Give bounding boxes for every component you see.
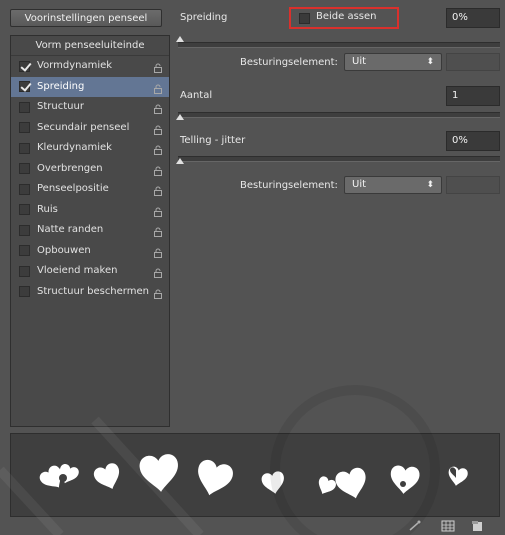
setting-label: Opbouwen: [37, 244, 91, 256]
setting-label: Structuur beschermen: [37, 285, 149, 297]
brush-setting-item[interactable]: Vormdynamiek: [11, 56, 169, 77]
lock-icon[interactable]: [153, 82, 163, 94]
setting-checkbox[interactable]: [19, 204, 30, 215]
brush-setting-item[interactable]: Structuur: [11, 97, 169, 118]
brush-setting-item[interactable]: Secundair penseel: [11, 118, 169, 139]
setting-label: Secundair penseel: [37, 121, 130, 133]
count-jitter-value-field[interactable]: 0%: [446, 131, 500, 151]
dropdown-arrows-icon: ⬍: [426, 180, 434, 190]
setting-checkbox[interactable]: [19, 142, 30, 154]
brush-setting-item[interactable]: Spreiding: [11, 76, 169, 97]
scatter-slider-thumb[interactable]: [176, 36, 184, 42]
setting-checkbox[interactable]: [19, 101, 30, 113]
brush-setting-item[interactable]: Penseelpositie: [11, 179, 169, 200]
control-2-dropdown[interactable]: Uit ⬍: [344, 176, 442, 194]
setting-label: Natte randen: [37, 224, 104, 235]
lock-icon[interactable]: [153, 266, 163, 278]
count-jitter-label: Telling - jitter: [180, 135, 246, 146]
setting-label: Structuur: [37, 101, 84, 112]
brush-setting-item[interactable]: Ruis: [11, 200, 169, 221]
brush-setting-item[interactable]: Opbouwen: [11, 241, 169, 262]
lock-icon[interactable]: [153, 61, 163, 73]
setting-label: Vloeiend maken: [37, 265, 118, 276]
brush-tip-shape-item[interactable]: Vorm penseeluiteinde: [11, 36, 169, 56]
setting-label: Overbrengen: [37, 162, 103, 174]
count-jitter-slider-thumb[interactable]: [176, 158, 184, 164]
count-slider-track[interactable]: [178, 112, 500, 118]
lock-icon[interactable]: [153, 164, 163, 176]
brush-setting-item[interactable]: Structuur beschermen: [11, 282, 169, 303]
grid-icon[interactable]: [441, 520, 455, 532]
setting-checkbox[interactable]: [19, 265, 30, 277]
scatter-label: Spreiding: [180, 12, 228, 23]
brush-setting-item[interactable]: Natte randen: [11, 220, 169, 241]
scatter-value-field[interactable]: 0%: [446, 8, 500, 28]
setting-label: Penseelpositie: [37, 183, 109, 194]
control-1-value: Uit: [352, 56, 367, 67]
both-axes-label[interactable]: Beide assen: [316, 11, 377, 22]
lock-icon[interactable]: [153, 287, 163, 299]
panel-bottom-bar: [0, 518, 505, 535]
brush-settings-list: Vorm penseeluiteinde Vormdynamiek Spreidi…: [10, 35, 170, 427]
setting-label: Vormdynamiek: [37, 60, 113, 71]
scatter-slider-track[interactable]: [178, 42, 500, 48]
control-1-extra-field: [446, 53, 500, 71]
count-label: Aantal: [180, 90, 213, 101]
setting-label: Ruis: [37, 203, 58, 215]
control-2-label: Besturingselement:: [240, 180, 338, 191]
brush-stroke-preview: [10, 433, 500, 517]
both-axes-highlight: Beide assen: [289, 7, 399, 29]
setting-checkbox[interactable]: [19, 224, 30, 236]
lock-icon[interactable]: [153, 102, 163, 114]
dropdown-arrows-icon: ⬍: [426, 57, 434, 67]
lock-icon[interactable]: [153, 225, 163, 237]
setting-checkbox[interactable]: [19, 81, 30, 92]
setting-checkbox[interactable]: [19, 286, 30, 297]
setting-checkbox[interactable]: [19, 60, 30, 72]
lock-icon[interactable]: [153, 246, 163, 258]
setting-checkbox[interactable]: [19, 163, 30, 174]
both-axes-checkbox[interactable]: [299, 13, 310, 24]
count-jitter-slider-track[interactable]: [178, 156, 500, 162]
control-1-label: Besturingselement:: [240, 57, 338, 68]
lock-icon[interactable]: [153, 205, 163, 217]
setting-label: Spreiding: [37, 80, 85, 92]
setting-checkbox[interactable]: [19, 245, 30, 256]
brush-panel: Voorinstellingen penseel Vorm penseeluit…: [0, 0, 505, 535]
brush-setting-item[interactable]: Vloeiend maken: [11, 261, 169, 282]
lock-icon[interactable]: [153, 184, 163, 196]
create-new-brush-icon[interactable]: [408, 520, 422, 532]
brush-setting-item[interactable]: Overbrengen: [11, 159, 169, 180]
count-value-field[interactable]: 1: [446, 86, 500, 106]
control-2-value: Uit: [352, 179, 367, 190]
control-1-dropdown[interactable]: Uit ⬍: [344, 53, 442, 71]
setting-checkbox[interactable]: [19, 183, 30, 195]
new-preset-icon[interactable]: [470, 520, 484, 532]
setting-checkbox[interactable]: [19, 122, 30, 133]
brush-setting-item[interactable]: Kleurdynamiek: [11, 138, 169, 159]
count-slider-thumb[interactable]: [176, 114, 184, 120]
lock-icon[interactable]: [153, 143, 163, 155]
control-2-extra-field: [446, 176, 500, 194]
setting-label: Kleurdynamiek: [37, 142, 112, 153]
lock-icon[interactable]: [153, 123, 163, 135]
heart-stroke-preview-image: [37, 453, 469, 503]
brush-presets-button[interactable]: Voorinstellingen penseel: [10, 9, 162, 27]
